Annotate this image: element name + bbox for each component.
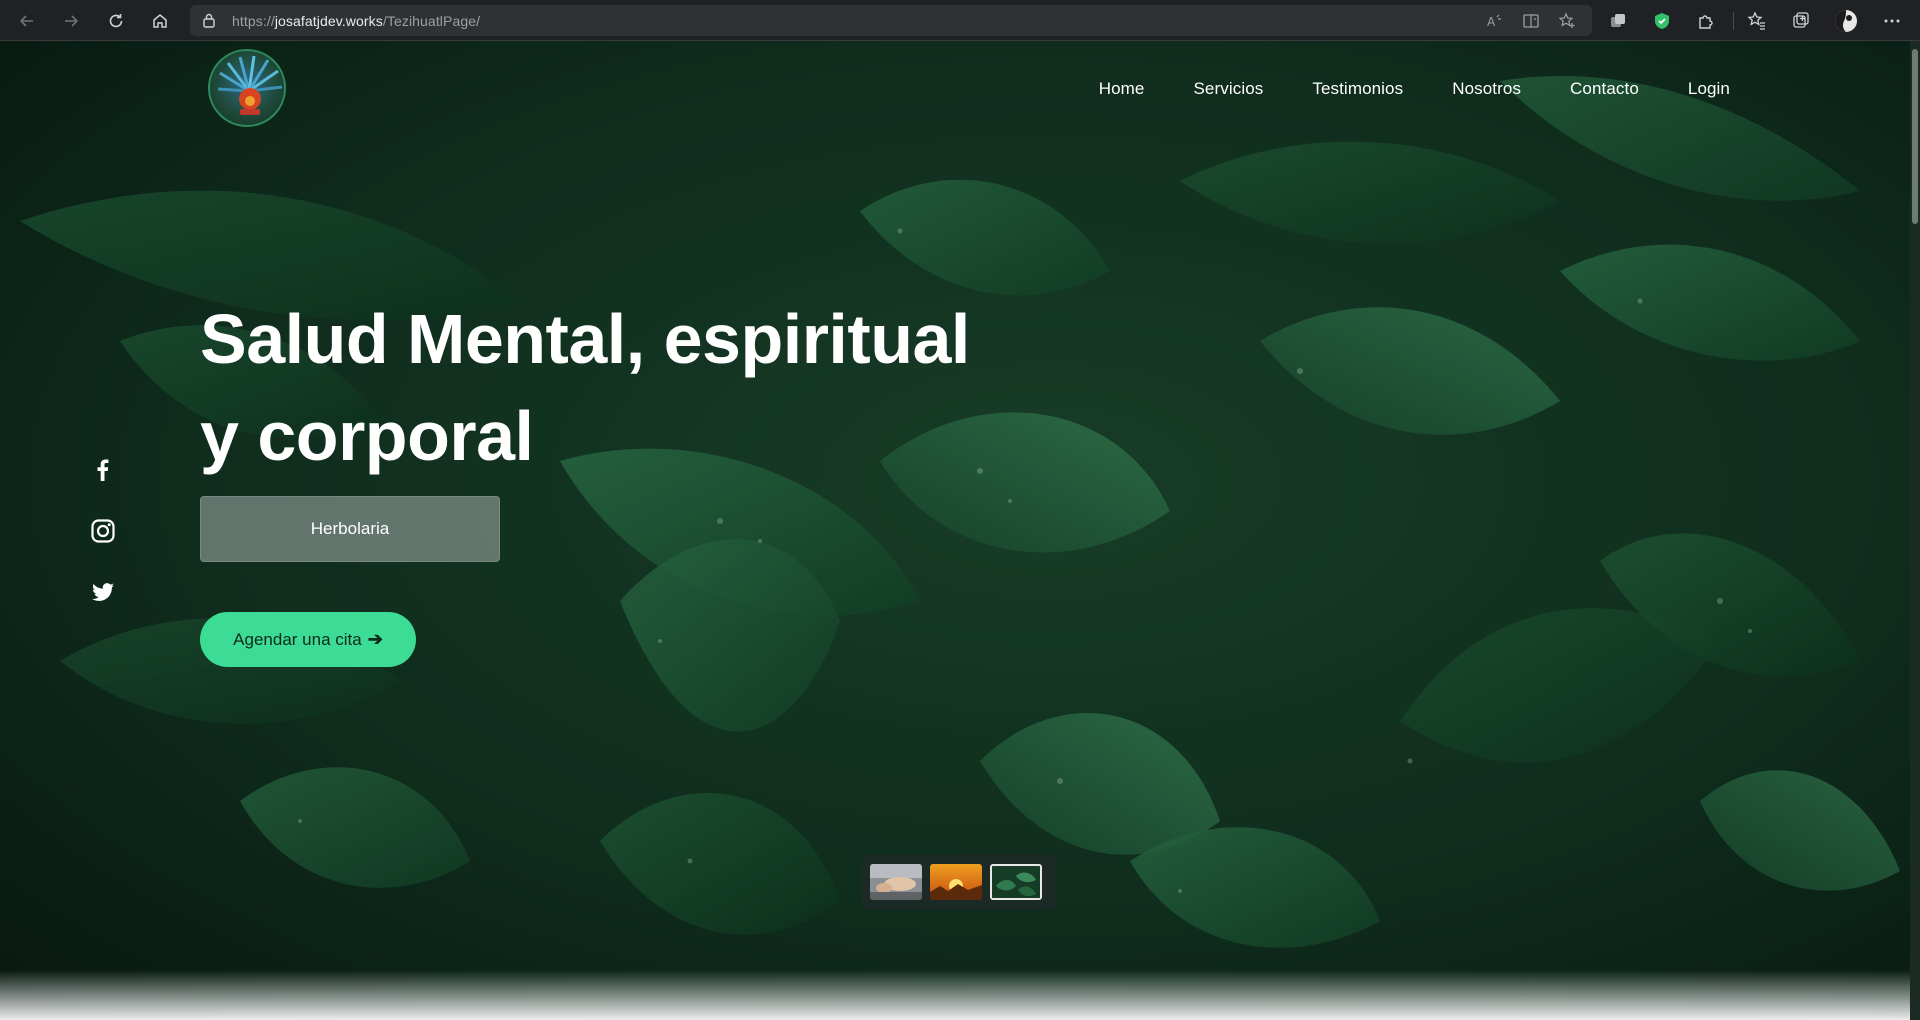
forward-icon[interactable]	[58, 8, 84, 34]
nav-testimonios[interactable]: Testimonios	[1312, 79, 1403, 99]
scrollbar-thumb[interactable]	[1912, 49, 1918, 224]
favorites-icon[interactable]	[1747, 11, 1767, 31]
main-navigation: Home Servicios Testimonios Nosotros Cont…	[1050, 79, 1730, 99]
add-favorite-icon[interactable]	[1558, 12, 1576, 30]
profile-icon[interactable]	[1834, 9, 1858, 33]
extension-icon[interactable]	[1608, 11, 1628, 31]
refresh-icon[interactable]	[103, 8, 129, 34]
svg-text:A: A	[1487, 15, 1496, 29]
nav-nosotros[interactable]: Nosotros	[1452, 79, 1521, 99]
immersive-reader-icon[interactable]	[1522, 12, 1540, 30]
toolbar-divider	[1733, 12, 1734, 30]
home-icon[interactable]	[147, 8, 173, 34]
url-text[interactable]: https://josafatjdev.works/TezihuatlPage/	[232, 13, 480, 29]
carousel-thumbnails	[862, 854, 1056, 910]
back-icon[interactable]	[14, 8, 40, 34]
nav-home[interactable]: Home	[1099, 79, 1145, 99]
puzzle-icon[interactable]	[1696, 11, 1716, 31]
url-scheme: https://	[232, 13, 275, 29]
schedule-appointment-button[interactable]: Agendar una cita ➔	[200, 612, 416, 667]
browser-toolbar: https://josafatjdev.works/TezihuatlPage/…	[0, 0, 1920, 41]
nav-login[interactable]: Login	[1688, 79, 1730, 99]
read-aloud-icon[interactable]: A	[1486, 12, 1504, 30]
section-fade	[0, 970, 1910, 1020]
facebook-icon[interactable]	[90, 457, 116, 483]
lock-icon[interactable]	[202, 13, 216, 28]
leaves-thumbnail[interactable]	[990, 864, 1042, 900]
sunset-thumbnail[interactable]	[930, 864, 982, 900]
hero-title: Salud Mental, espiritual y corporal	[200, 291, 1100, 485]
massage-thumbnail[interactable]	[870, 864, 922, 900]
page-viewport: Home Servicios Testimonios Nosotros Cont…	[0, 41, 1910, 1020]
nav-contacto[interactable]: Contacto	[1570, 79, 1639, 99]
cta-label: Agendar una cita	[233, 629, 362, 649]
shield-extension-icon[interactable]	[1652, 11, 1672, 31]
twitter-icon[interactable]	[90, 579, 116, 605]
more-icon[interactable]	[1882, 11, 1902, 31]
nav-servicios[interactable]: Servicios	[1193, 79, 1263, 99]
collections-icon[interactable]	[1791, 11, 1811, 31]
url-domain: josafatjdev.works	[274, 13, 383, 29]
address-bar[interactable]: https://josafatjdev.works/TezihuatlPage/…	[190, 5, 1592, 36]
url-path: /TezihuatlPage/	[382, 13, 481, 29]
arrow-right-icon: ➔	[367, 629, 383, 649]
hero-title-line-1: Salud Mental, espiritual	[200, 300, 970, 378]
instagram-icon[interactable]	[90, 518, 116, 544]
site-logo[interactable]	[208, 49, 286, 127]
hero-title-line-2: y corporal	[200, 397, 534, 475]
service-tag-herbolaria: Herbolaria	[200, 496, 500, 562]
page-scrollbar[interactable]	[1910, 41, 1920, 1020]
